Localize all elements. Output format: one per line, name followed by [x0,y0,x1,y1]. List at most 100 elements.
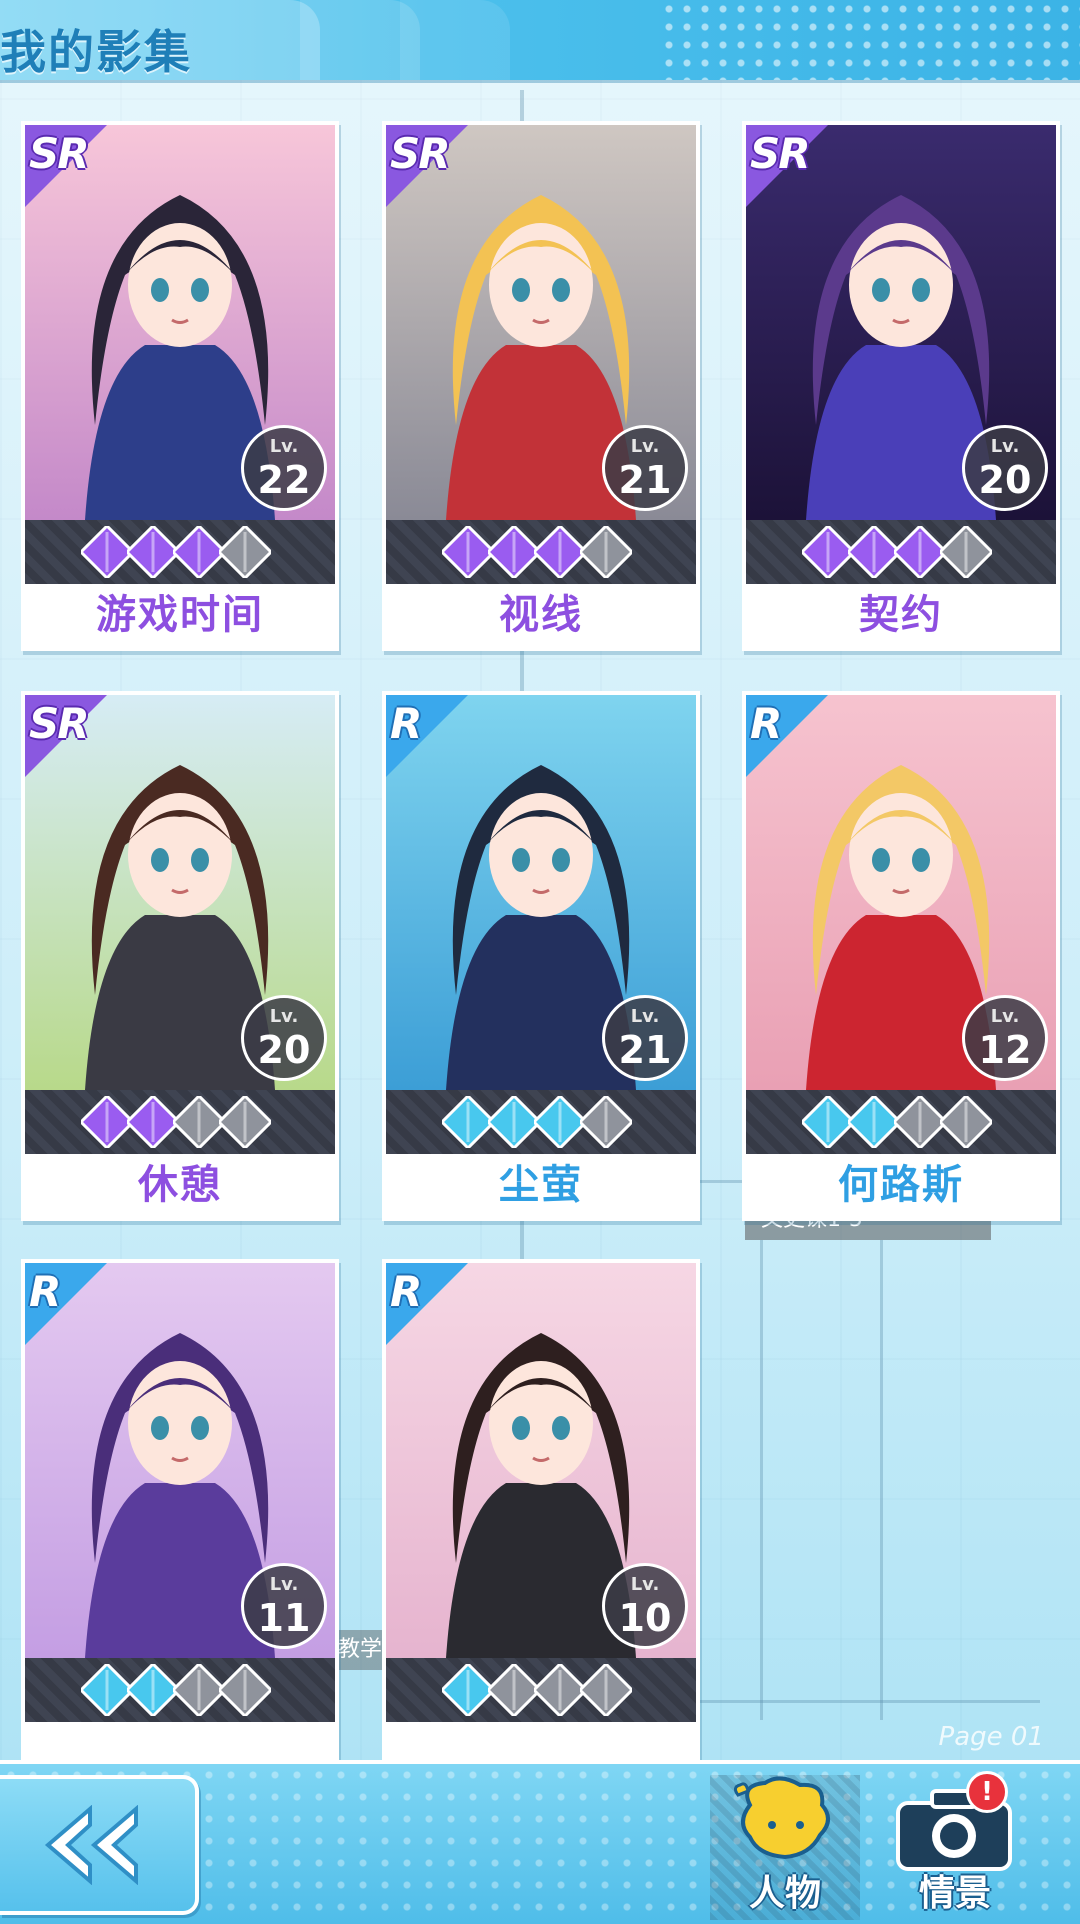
level-value: 21 [618,1028,672,1072]
level-label: Lv. [630,436,660,457]
star-filled-icon [802,526,854,578]
star-filled-icon [173,526,225,578]
level-label: Lv. [269,1574,299,1595]
page-title: 我的影集 [0,25,192,79]
character-card[interactable]: SR Lv. 20 休憩 [21,691,339,1221]
star-filled-icon [127,1664,179,1716]
rarity-label: R [390,1267,422,1316]
rarity-label: R [750,699,782,748]
page-indicator: Page 01 [938,1722,1044,1752]
back-button[interactable] [0,1775,199,1915]
level-value: 12 [978,1028,1032,1072]
level-badge: Lv. 22 [241,425,327,511]
star-filled-icon [488,526,540,578]
level-label: Lv. [269,1006,299,1027]
star-empty-icon [219,526,271,578]
star-filled-icon [81,1664,133,1716]
level-badge: Lv. 20 [241,995,327,1081]
star-bar [25,520,335,584]
star-bar [386,1658,696,1722]
level-label: Lv. [630,1006,660,1027]
card-name: 视线 [499,592,583,638]
star-filled-icon [894,526,946,578]
star-filled-icon [442,1096,494,1148]
level-badge: Lv. 11 [241,1563,327,1649]
character-icon [733,1776,830,1860]
level-value: 11 [257,1596,311,1640]
star-empty-icon [488,1664,540,1716]
star-empty-icon [534,1664,586,1716]
star-filled-icon [848,1096,900,1148]
character-card[interactable]: R Lv. 10 [382,1259,700,1789]
card-name: 尘萤 [499,1162,583,1208]
level-badge: Lv. 20 [962,425,1048,511]
notification-badge: ! [966,1771,1008,1813]
level-value: 10 [618,1596,672,1640]
star-empty-icon [940,526,992,578]
star-bar [386,520,696,584]
level-badge: Lv. 21 [602,995,688,1081]
level-label: Lv. [269,436,299,457]
star-bar [746,520,1056,584]
rarity-label: SR [750,129,811,178]
level-value: 22 [257,458,311,502]
star-filled-icon [81,1096,133,1148]
character-card[interactable]: R Lv. 21 尘萤 [382,691,700,1221]
header-tab-shape [400,0,510,80]
character-card[interactable]: SR Lv. 20 契约 [742,121,1060,651]
level-label: Lv. [990,436,1020,457]
star-filled-icon [81,526,133,578]
tab-scene[interactable]: ! 情景 [880,1771,1030,1920]
header-dots [660,0,1080,80]
tab-label: 情景 [918,1873,991,1914]
character-card[interactable]: R Lv. 12 何路斯 [742,691,1060,1221]
star-empty-icon [219,1664,271,1716]
star-filled-icon [802,1096,854,1148]
character-card[interactable]: SR Lv. 21 视线 [382,121,700,651]
star-filled-icon [534,526,586,578]
star-empty-icon [580,526,632,578]
rarity-label: SR [390,129,451,178]
background-label: 教学 [330,1630,390,1670]
star-empty-icon [219,1096,271,1148]
star-empty-icon [940,1096,992,1148]
bg-line [880,1240,883,1720]
double-chevron-left-icon [44,1805,138,1885]
star-bar [25,1658,335,1722]
card-name: 契约 [859,592,943,638]
rarity-label: SR [29,129,90,178]
star-empty-icon [894,1096,946,1148]
star-filled-icon [127,526,179,578]
star-bar [25,1090,335,1154]
rarity-label: R [29,1267,61,1316]
character-card[interactable]: R Lv. 11 [21,1259,339,1789]
tab-label: 人物 [748,1873,821,1914]
level-value: 20 [257,1028,311,1072]
star-filled-icon [488,1096,540,1148]
bg-line [700,1700,1040,1703]
level-badge: Lv. 21 [602,425,688,511]
level-badge: Lv. 12 [962,995,1048,1081]
card-name: 休憩 [138,1162,222,1208]
tab-character[interactable]: 人物 [710,1775,860,1920]
level-value: 21 [618,458,672,502]
rarity-label: SR [29,699,90,748]
star-empty-icon [580,1096,632,1148]
star-filled-icon [442,1664,494,1716]
star-empty-icon [173,1096,225,1148]
star-bar [746,1090,1056,1154]
character-card[interactable]: SR Lv. 22 游戏时间 [21,121,339,651]
level-value: 20 [978,458,1032,502]
star-filled-icon [848,526,900,578]
card-name: 何路斯 [838,1162,964,1208]
level-badge: Lv. 10 [602,1563,688,1649]
star-filled-icon [442,526,494,578]
level-label: Lv. [990,1006,1020,1027]
bg-line [760,1240,763,1720]
level-label: Lv. [630,1574,660,1595]
star-bar [386,1090,696,1154]
star-empty-icon [173,1664,225,1716]
star-filled-icon [534,1096,586,1148]
star-empty-icon [580,1664,632,1716]
star-filled-icon [127,1096,179,1148]
